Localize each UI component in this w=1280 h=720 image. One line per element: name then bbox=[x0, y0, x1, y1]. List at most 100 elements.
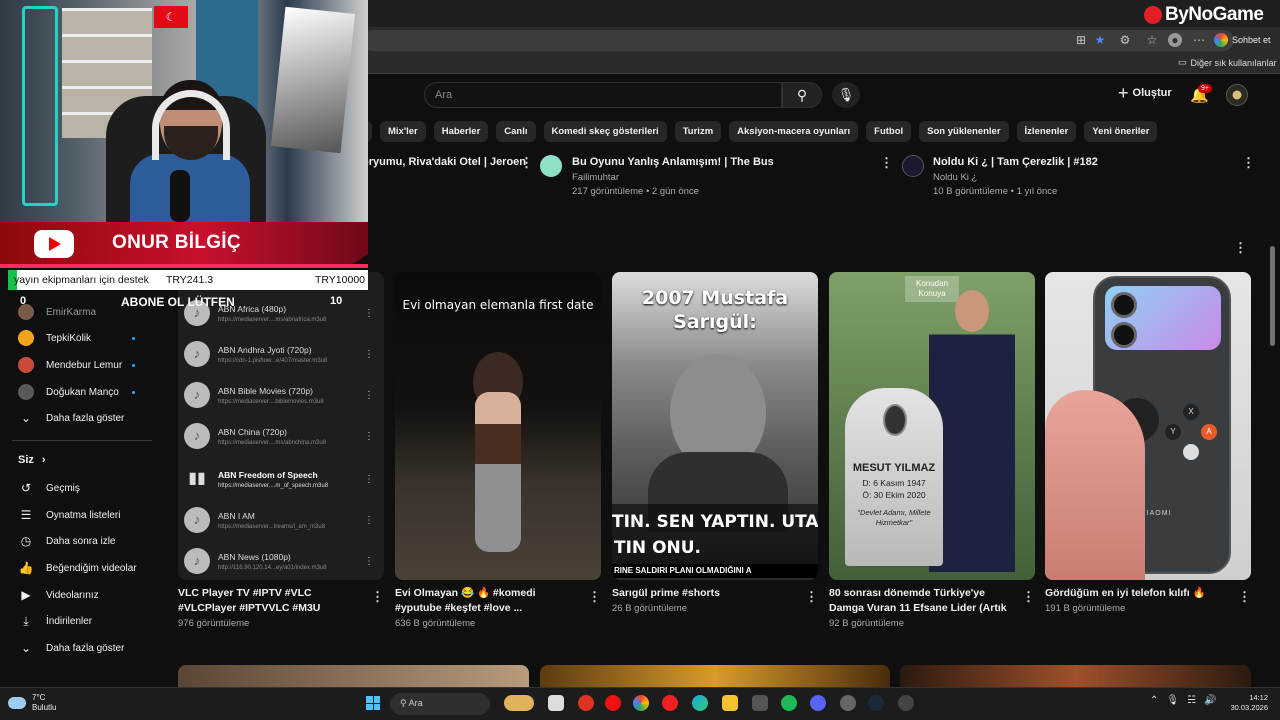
video-title[interactable]: oryumu, Riva'daki Otel | Jeroen bbox=[362, 156, 526, 168]
gravestone: MESUT YILMAZ D: 6 Kasım 1947 Ö: 30 Ekim … bbox=[845, 388, 943, 566]
sidebar-item-label: Daha fazla göster bbox=[46, 642, 125, 654]
video-thumbnail[interactable]: ♪ ABN Africa (480p) https://mediaserver...… bbox=[178, 272, 384, 580]
playlist-name: ABN Bible Movies (720p) bbox=[218, 385, 313, 396]
favorites-icon[interactable]: ☆ bbox=[1145, 33, 1159, 47]
sidebar-show-more[interactable]: ⌄ Daha fazla göster bbox=[18, 410, 124, 426]
edge-icon[interactable] bbox=[692, 695, 708, 711]
file-icon[interactable] bbox=[548, 695, 564, 711]
chip[interactable]: Aksiyon-macera oyunları bbox=[729, 121, 859, 142]
opera-gx-icon[interactable] bbox=[605, 695, 621, 711]
profile-icon[interactable]: ● bbox=[1168, 33, 1182, 47]
discord-icon[interactable] bbox=[810, 695, 826, 711]
bookmark-star-icon[interactable]: ★ bbox=[1093, 33, 1107, 47]
search-button[interactable]: ⚲ bbox=[782, 82, 822, 108]
yandex-icon[interactable] bbox=[662, 695, 678, 711]
chip[interactable]: Son yüklenenler bbox=[919, 121, 1009, 142]
channel-watermark: Konudan Konuya bbox=[905, 276, 959, 302]
channel-name[interactable]: Noldu Ki ¿ bbox=[933, 172, 977, 183]
more-vert-icon[interactable]: ⋮ bbox=[1022, 590, 1035, 603]
more-vert-icon[interactable]: ⋮ bbox=[371, 590, 384, 603]
chrome-icon[interactable] bbox=[633, 695, 649, 711]
sidebar-item-playlists[interactable]: ☰ Oynatma listeleri bbox=[18, 507, 121, 523]
widget-food-icon[interactable] bbox=[504, 695, 534, 711]
chip[interactable]: Turizm bbox=[674, 121, 722, 142]
more-vert-icon[interactable]: ⋮ bbox=[588, 590, 601, 603]
channel-avatar[interactable] bbox=[540, 155, 562, 177]
spotify-icon[interactable] bbox=[781, 695, 797, 711]
extensions-icon[interactable]: ⚙ bbox=[1118, 33, 1132, 47]
opera-icon[interactable] bbox=[578, 695, 594, 711]
chip[interactable]: İzlenenler bbox=[1016, 121, 1077, 142]
account-avatar[interactable] bbox=[1226, 84, 1248, 106]
video-title[interactable]: Evi Olmayan 😂 🔥 #komedi #yputube #keşfet… bbox=[395, 586, 581, 616]
more-vert-icon[interactable]: ⋮ bbox=[805, 590, 818, 603]
channel-name[interactable]: Failimuhtar bbox=[572, 172, 619, 183]
video-title[interactable]: 80 sonrası dönemde Türkiye'ye Damga Vura… bbox=[829, 586, 1015, 616]
scrollbar-thumb[interactable] bbox=[1270, 246, 1275, 346]
video-thumbnail[interactable]: 2007 Mustafa Sarıgül: TIN. SEN YAPTIN. UT… bbox=[612, 272, 818, 580]
voice-search-button[interactable]: 🎙 bbox=[832, 82, 860, 108]
chip[interactable]: Canlı bbox=[496, 121, 536, 142]
video-thumbnail[interactable]: Konudan Konuya MESUT YILMAZ D: 6 Kasım 1… bbox=[829, 272, 1035, 580]
sidebar-item-downloads[interactable]: ⤓ İndirilenler bbox=[18, 613, 92, 629]
channel-avatar[interactable] bbox=[902, 155, 924, 177]
video-title[interactable]: Noldu Ki ¿ | Tam Çerezlik | #182 bbox=[933, 156, 1098, 168]
chip[interactable]: Yeni öneriler bbox=[1084, 121, 1158, 142]
microphone-icon: 🎙 bbox=[837, 87, 855, 102]
install-app-icon[interactable]: ⊞ bbox=[1074, 33, 1088, 47]
camera-lens bbox=[1111, 292, 1137, 318]
plus-icon: + bbox=[1118, 83, 1129, 103]
more-vert-icon[interactable]: ⋮ bbox=[1238, 590, 1251, 603]
sidebar-sub-dogukan-manco[interactable]: Doğukan Manço bbox=[18, 384, 119, 400]
taskbar-search[interactable]: ⚲ Ara bbox=[390, 693, 490, 715]
video-views: 636 B görüntüleme bbox=[395, 618, 476, 629]
video-title[interactable]: Bu Oyunu Yanlış Anlamışım! | The Bus bbox=[572, 156, 774, 168]
create-button[interactable]: + Oluştur bbox=[1118, 83, 1172, 103]
video-thumbnail-partial[interactable] bbox=[178, 665, 529, 687]
video-title[interactable]: Gördüğüm en iyi telefon kılıfı 🔥 bbox=[1045, 586, 1231, 601]
sidebar-item-your-videos[interactable]: ▶ Videolarınız bbox=[18, 587, 98, 603]
sidebar-you-header[interactable]: Siz › bbox=[18, 454, 46, 466]
sidebar-sub-tepkikolik[interactable]: TepkiKolik bbox=[18, 330, 91, 346]
clock-time: 14:12 bbox=[1249, 693, 1268, 702]
search-input[interactable]: Ara bbox=[424, 82, 782, 108]
chip[interactable]: Futbol bbox=[866, 121, 912, 142]
video-thumbnail[interactable]: X Y A XIAOMI bbox=[1045, 272, 1251, 580]
video-thumbnail[interactable]: Evi olmayan elemanla first date bbox=[395, 272, 601, 580]
sidebar-item-watch-later[interactable]: ◷ Daha sonra izle bbox=[18, 533, 116, 549]
more-vert-icon[interactable]: ⋮ bbox=[520, 156, 533, 169]
copilot-chat-button[interactable]: Sohbet et bbox=[1214, 31, 1271, 49]
video-title[interactable]: VLC Player TV #IPTV #VLC #VLCPlayer #IPT… bbox=[178, 586, 364, 616]
sidebar-section-label: Siz bbox=[18, 454, 34, 466]
windows-start-icon[interactable] bbox=[366, 696, 380, 710]
chip[interactable]: Mix'ler bbox=[380, 121, 426, 142]
file-explorer-icon[interactable] bbox=[722, 695, 738, 711]
weather-widget[interactable]: 7°C Bulutlu bbox=[8, 693, 56, 713]
more-vert-icon[interactable]: ⋮ bbox=[880, 156, 893, 169]
sidebar-show-more-2[interactable]: ⌄ Daha fazla göster bbox=[18, 640, 124, 656]
sidebar-item-history[interactable]: ↺ Geçmiş bbox=[18, 480, 80, 496]
video-thumbnail-partial[interactable] bbox=[540, 665, 890, 687]
sidebar-item-liked[interactable]: 👍 Beğendiğim videolar bbox=[18, 560, 137, 576]
steam-icon[interactable] bbox=[868, 695, 884, 711]
filter-chips: n Mix'ler Haberler Canlı Komedi skeç gös… bbox=[356, 121, 1158, 142]
sidebar-sub-mendebur-lemur[interactable]: Mendebur Lemur bbox=[18, 357, 122, 373]
store-icon[interactable] bbox=[752, 695, 768, 711]
taskbar-clock[interactable]: 14:12 30.03.2026 bbox=[1222, 693, 1268, 713]
sidebar-sub-emirkarma[interactable]: EmirKarma bbox=[18, 304, 96, 320]
other-bookmarks-folder[interactable]: ▭ Diğer sık kullanılanlar bbox=[1178, 57, 1277, 68]
system-tray[interactable]: ⌃ 🎙 ☵ 🔊 bbox=[1150, 695, 1217, 706]
playlist-name: ABN News (1080p) bbox=[218, 551, 291, 562]
chip[interactable]: Haberler bbox=[433, 121, 489, 142]
chevron-down-icon: ⌄ bbox=[20, 411, 32, 425]
chip[interactable]: Komedi skeç gösterileri bbox=[543, 121, 667, 142]
video-thumbnail-partial[interactable] bbox=[900, 665, 1251, 687]
new-content-dot bbox=[132, 337, 135, 340]
more-vert-icon[interactable]: ⋮ bbox=[1242, 156, 1255, 169]
music-note-icon: ♪ bbox=[184, 382, 210, 408]
more-menu-icon[interactable]: ⋯ bbox=[1192, 33, 1206, 47]
video-title[interactable]: Sarıgül prime #shorts bbox=[612, 586, 798, 601]
app-icon[interactable] bbox=[840, 695, 856, 711]
shelf-more-icon[interactable]: ⋮ bbox=[1234, 241, 1247, 254]
obs-icon[interactable] bbox=[898, 695, 914, 711]
